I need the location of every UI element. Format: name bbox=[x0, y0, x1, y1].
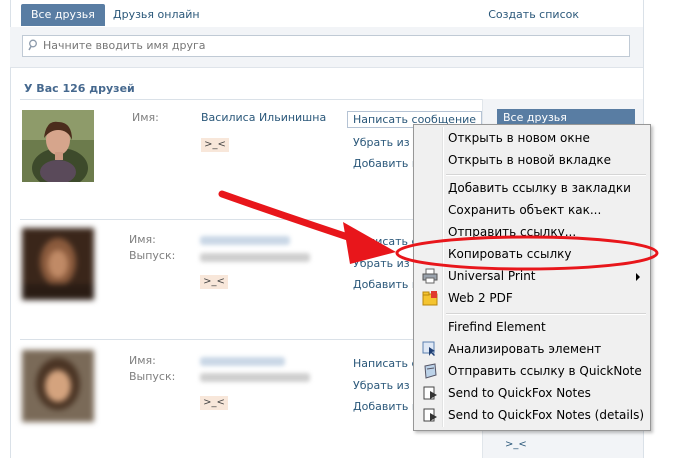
submenu-arrow-icon bbox=[636, 273, 640, 281]
menu-item-bookmark-link[interactable]: Добавить ссылку в закладки bbox=[416, 177, 648, 199]
name-label: Имя: bbox=[129, 354, 156, 367]
menu-item-copy-link[interactable]: Копировать ссылку bbox=[416, 243, 648, 265]
add-to-list-link[interactable]: Добавить в bbox=[353, 157, 418, 170]
quickfox-icon bbox=[423, 386, 437, 400]
graduation-label: Выпуск: bbox=[129, 249, 176, 262]
friend-name-blurred bbox=[200, 357, 285, 366]
tab-all-friends[interactable]: Все друзья bbox=[21, 4, 105, 26]
avatar[interactable] bbox=[22, 110, 94, 182]
menu-item-save-target[interactable]: Сохранить объект как... bbox=[416, 199, 648, 221]
printer-icon bbox=[422, 268, 438, 284]
menu-separator bbox=[446, 313, 646, 315]
menu-item-quickfox-details[interactable]: Send to QuickFox Notes (details) bbox=[416, 404, 648, 426]
friend-name-blurred bbox=[200, 236, 290, 245]
menu-item-universal-print[interactable]: Universal Print bbox=[416, 265, 648, 287]
status-badge: >_< bbox=[200, 396, 228, 410]
friends-count: У Вас 126 друзей bbox=[24, 82, 135, 95]
graduation-blurred bbox=[200, 253, 310, 262]
avatar[interactable] bbox=[22, 350, 94, 422]
tab-friends-online[interactable]: Друзья онлайн bbox=[103, 4, 210, 26]
sidebar-tag: >_< bbox=[505, 439, 527, 450]
friend-name-link[interactable]: Василиса Ильинишна bbox=[201, 111, 326, 124]
menu-item-send-link[interactable]: Отправить ссылку... bbox=[416, 221, 648, 243]
write-message-link[interactable]: Написать с bbox=[353, 235, 418, 248]
search-input[interactable] bbox=[43, 38, 623, 53]
remove-friend-link[interactable]: Убрать из д bbox=[353, 136, 421, 149]
search-box bbox=[22, 35, 630, 57]
divider bbox=[20, 99, 482, 100]
add-to-list-link[interactable]: Добавить в bbox=[353, 278, 418, 291]
search-bar bbox=[10, 27, 643, 68]
menu-separator bbox=[446, 174, 646, 176]
menu-item-open-new-window[interactable]: Открыть в новом окне bbox=[416, 127, 648, 149]
menu-item-firefind[interactable]: Firefind Element bbox=[416, 316, 648, 338]
graduation-label: Выпуск: bbox=[129, 370, 176, 383]
name-label: Имя: bbox=[129, 233, 156, 246]
search-icon bbox=[28, 39, 37, 51]
quickfox-icon bbox=[423, 408, 437, 422]
add-to-list-link[interactable]: Добавить в bbox=[353, 400, 418, 413]
avatar[interactable] bbox=[22, 228, 94, 300]
create-list-link[interactable]: Создать список bbox=[488, 8, 579, 21]
menu-item-quicknote[interactable]: Отправить ссылку в QuickNote bbox=[416, 360, 648, 382]
context-menu: Открыть в новом окне Открыть в новой вкл… bbox=[413, 124, 651, 431]
remove-friend-link[interactable]: Убрать из д bbox=[353, 257, 421, 270]
inspect-icon bbox=[422, 341, 435, 356]
quicknote-icon bbox=[424, 363, 437, 379]
menu-item-inspect[interactable]: Анализировать элемент bbox=[416, 338, 648, 360]
status-badge: >_< bbox=[200, 275, 228, 289]
menu-item-quickfox[interactable]: Send to QuickFox Notes bbox=[416, 382, 648, 404]
name-label: Имя: bbox=[132, 111, 159, 124]
menu-item-web2pdf[interactable]: Web 2 PDF bbox=[416, 287, 648, 309]
graduation-blurred bbox=[200, 373, 310, 382]
menu-item-open-new-tab[interactable]: Открыть в новой вкладке bbox=[416, 149, 648, 171]
tab-bar: Все друзья Друзья онлайн Создать список bbox=[10, 0, 643, 28]
folder-pdf-icon bbox=[422, 291, 438, 306]
status-badge: >_< bbox=[201, 138, 229, 152]
